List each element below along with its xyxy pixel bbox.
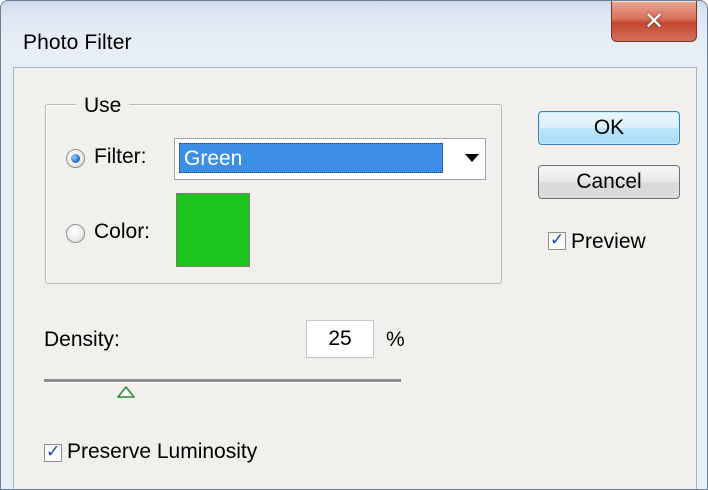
preview-checkbox[interactable]: ✓ — [548, 230, 566, 250]
close-icon: ✕ — [643, 7, 665, 35]
checkmark-icon: ✓ — [46, 442, 61, 462]
use-group-legend: Use — [76, 94, 130, 118]
color-radio[interactable] — [66, 224, 85, 243]
preserve-luminosity-label: Preserve Luminosity — [67, 440, 258, 463]
checkmark-icon: ✓ — [550, 230, 565, 250]
photo-filter-dialog: Photo Filter ✕ Use Filter: Green Color: … — [0, 0, 708, 490]
dialog-body: Use Filter: Green Color: OK Cancel ✓ Pre… — [13, 67, 697, 489]
filter-dropdown-value: Green — [179, 143, 443, 173]
filter-dropdown[interactable]: Green — [174, 138, 486, 180]
filter-label: Filter: — [94, 145, 147, 168]
color-label: Color: — [94, 220, 151, 243]
use-groupbox — [45, 104, 502, 284]
preview-label: Preview — [571, 230, 646, 253]
close-button[interactable]: ✕ — [611, 1, 697, 42]
filter-radio[interactable] — [66, 149, 85, 168]
density-slider-thumb[interactable] — [117, 386, 136, 398]
chevron-down-icon — [465, 154, 479, 162]
density-slider-track[interactable] — [44, 379, 401, 383]
color-swatch[interactable] — [176, 193, 250, 267]
density-label: Density: — [44, 328, 120, 351]
density-input[interactable]: 25 — [306, 320, 374, 358]
density-unit: % — [386, 328, 405, 351]
cancel-button[interactable]: Cancel — [538, 165, 680, 199]
preserve-luminosity-checkbox[interactable]: ✓ — [44, 442, 62, 462]
window-title: Photo Filter — [23, 31, 132, 54]
ok-button[interactable]: OK — [538, 111, 680, 145]
